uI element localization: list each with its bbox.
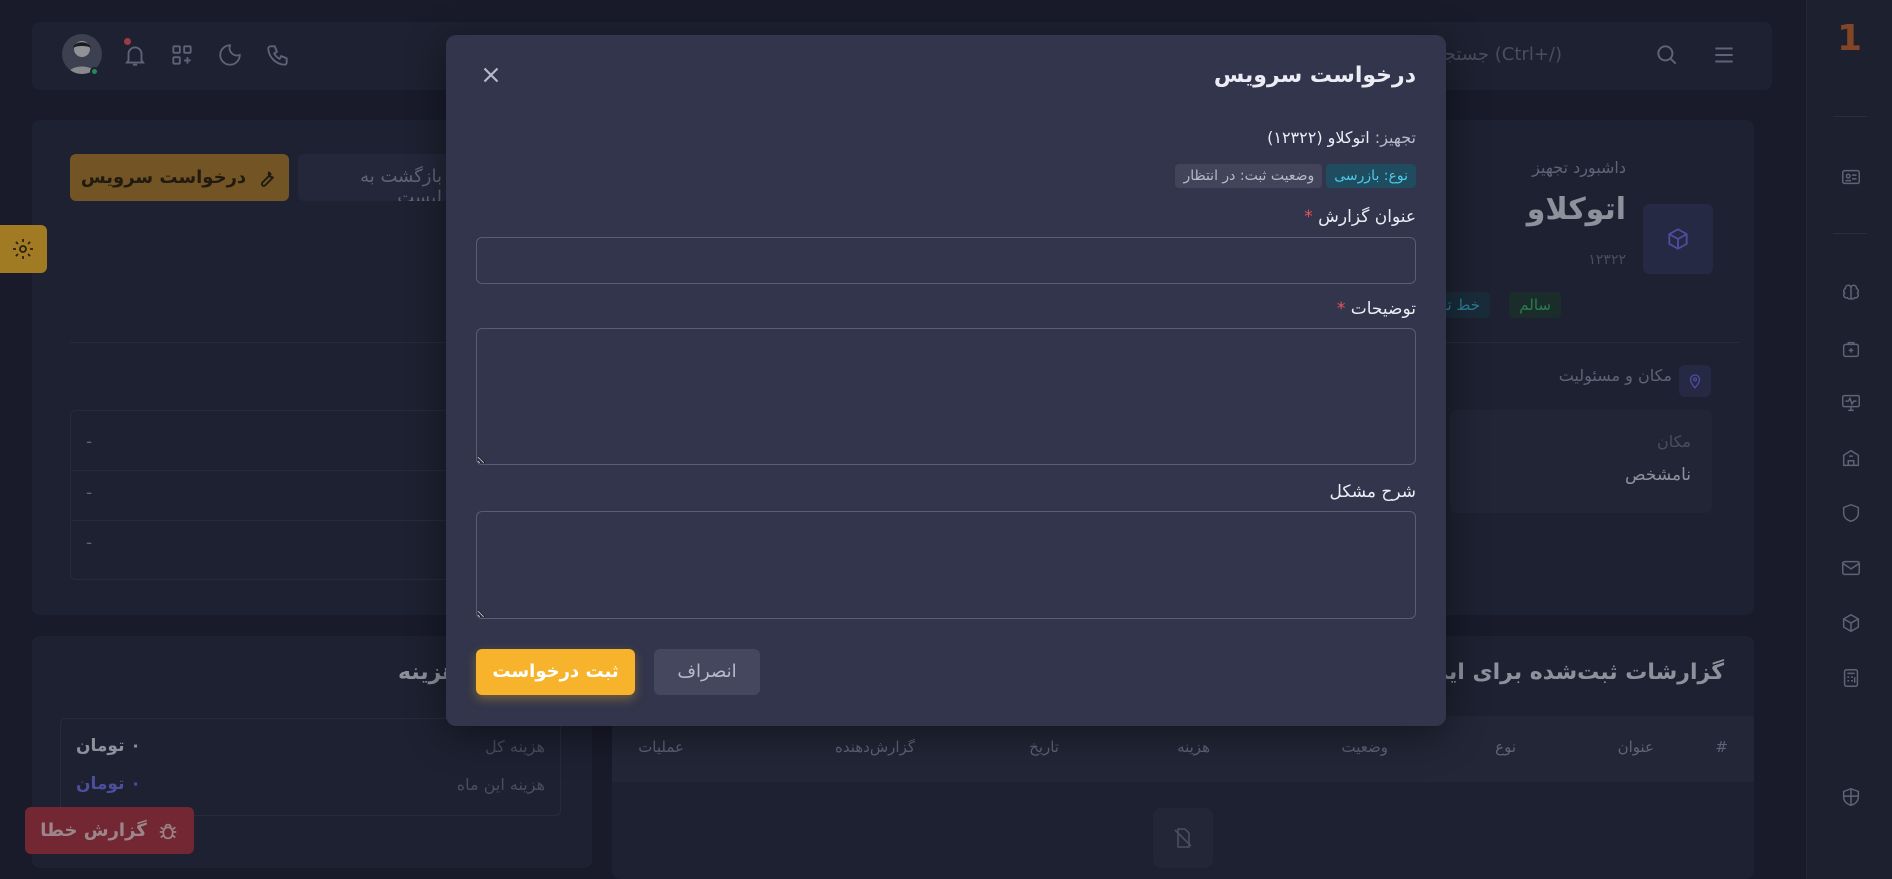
type-badge: نوع: بازرسی [1326, 164, 1416, 188]
required-asterisk: * [1304, 207, 1313, 227]
equipment-label: تجهیز: [1374, 128, 1416, 147]
report-title-input[interactable] [476, 237, 1416, 284]
problem-label: شرح مشکل [1329, 482, 1416, 502]
description-textarea[interactable] [476, 328, 1416, 465]
cancel-button[interactable]: انصراف [654, 649, 760, 695]
submit-request-button[interactable]: ثبت درخواست [476, 649, 635, 695]
equipment-info: تجهیز: اتوکلاو (۱۲۳۲۲) [1267, 128, 1416, 147]
problem-textarea[interactable] [476, 511, 1416, 619]
required-asterisk: * [1336, 299, 1346, 319]
modal-title: درخواست سرویس [1213, 63, 1416, 88]
description-label: توضیحات * [1336, 299, 1416, 319]
status-badge: وضعیت ثبت: در انتظار [1175, 164, 1323, 188]
close-icon[interactable] [478, 62, 504, 88]
service-request-modal: درخواست سرویس تجهیز: اتوکلاو (۱۲۳۲۲) نوع… [446, 35, 1446, 726]
report-title-label: عنوان گزارش * [1304, 207, 1416, 227]
equipment-value: اتوکلاو (۱۲۳۲۲) [1267, 128, 1370, 147]
badges: نوع: بازرسی وضعیت ثبت: در انتظار [1175, 164, 1416, 188]
